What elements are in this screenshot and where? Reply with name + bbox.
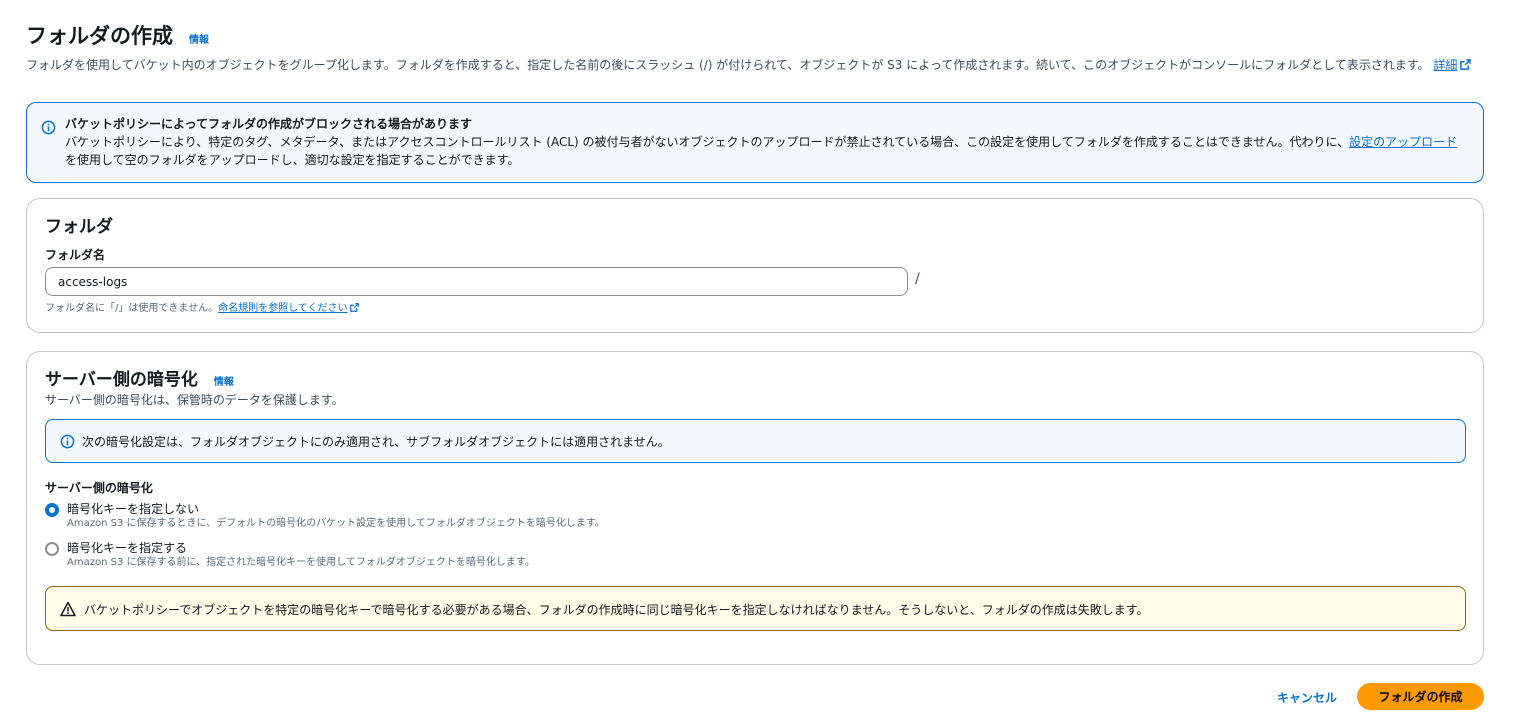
alert-body-text: バケットポリシーにより、特定のタグ、メタデータ、またはアクセスコントロールリスト… bbox=[65, 135, 1350, 149]
page-title: フォルダの作成 bbox=[26, 24, 173, 48]
radio-option-description: Amazon S3 に保存する前に、指定された暗号化キーを使用してフォルダオブジ… bbox=[67, 557, 535, 568]
encryption-warning-alert: バケットポリシーでオブジェクトを特定の暗号化キーで暗号化する必要がある場合、フォ… bbox=[45, 586, 1466, 631]
page-description-text: フォルダを使用してバケット内のオブジェクトをグループ化します。フォルダを作成する… bbox=[26, 58, 1430, 72]
radio-option-no-key[interactable]: 暗号化キーを指定しない Amazon S3 に保存するときに、デフォルトの暗号化… bbox=[45, 501, 605, 531]
folder-name-suffix: / bbox=[915, 271, 920, 287]
warning-text: バケットポリシーでオブジェクトを特定の暗号化キーで暗号化する必要がある場合、フォ… bbox=[84, 603, 1149, 617]
naming-rules-link[interactable]: 命名規則を参照してください bbox=[218, 303, 360, 314]
encryption-description: サーバー側の暗号化は、保管時のデータを保護します。 bbox=[45, 393, 344, 407]
create-folder-button[interactable]: フォルダの作成 bbox=[1357, 683, 1484, 710]
page-header: フォルダの作成 情報 フォルダを使用してバケット内のオブジェクトをグループ化しま… bbox=[26, 20, 1496, 75]
alert-body-text-end: を使用して空のフォルダをアップロードし、適切な設定を指定することができます。 bbox=[65, 153, 520, 167]
radio-option-label: 暗号化キーを指定しない bbox=[67, 502, 200, 516]
naming-rules-link-label: 命名規則を参照してください bbox=[218, 303, 348, 314]
page-description: フォルダを使用してバケット内のオブジェクトをグループ化します。フォルダを作成する… bbox=[26, 56, 1478, 75]
alert-body: バケットポリシーにより、特定のタグ、メタデータ、またはアクセスコントロールリスト… bbox=[65, 133, 1467, 169]
warning-icon bbox=[60, 601, 76, 617]
folder-name-label: フォルダ名 bbox=[45, 248, 106, 262]
cancel-button[interactable]: キャンセル bbox=[1266, 684, 1348, 710]
radio-option-description: Amazon S3 に保存するときに、デフォルトの暗号化のバケット設定を使用して… bbox=[67, 518, 605, 529]
radio-button[interactable] bbox=[45, 542, 59, 556]
encryption-field-label: サーバー側の暗号化 bbox=[45, 481, 153, 495]
external-link-icon bbox=[1460, 59, 1472, 70]
radio-option-specify-key[interactable]: 暗号化キーを指定する Amazon S3 に保存する前に、指定された暗号化キーを… bbox=[45, 540, 535, 570]
create-folder-page: フォルダの作成 情報 フォルダを使用してバケット内のオブジェクトをグループ化しま… bbox=[0, 0, 1520, 727]
info-icon bbox=[60, 434, 75, 449]
encryption-title-row: サーバー側の暗号化 情報 bbox=[45, 365, 234, 390]
bucket-policy-alert: バケットポリシーによってフォルダの作成がブロックされる場合があります バケットポ… bbox=[26, 102, 1484, 183]
encryption-section-title: サーバー側の暗号化 bbox=[45, 370, 198, 390]
radio-button-selected[interactable] bbox=[45, 503, 59, 517]
encryption-container: サーバー側の暗号化 情報 サーバー側の暗号化は、保管時のデータを保護します。 次… bbox=[26, 351, 1484, 665]
constraint-text: フォルダ名に「/」は使用できません。 bbox=[45, 303, 219, 314]
encryption-info-text: 次の暗号化設定は、フォルダオブジェクトにのみ適用され、サブフォルダオブジェクトに… bbox=[82, 435, 670, 449]
info-icon bbox=[41, 120, 56, 135]
encryption-info-alert: 次の暗号化設定は、フォルダオブジェクトにのみ適用され、サブフォルダオブジェクトに… bbox=[45, 419, 1466, 463]
alert-title: バケットポリシーによってフォルダの作成がブロックされる場合があります bbox=[65, 117, 473, 131]
details-link-label: 詳細 bbox=[1433, 58, 1458, 72]
folder-section-title: フォルダ bbox=[45, 217, 113, 237]
radio-option-label: 暗号化キーを指定する bbox=[67, 541, 188, 555]
details-link[interactable]: 詳細 bbox=[1433, 58, 1472, 72]
encryption-info-link[interactable]: 情報 bbox=[214, 373, 234, 388]
upload-settings-link[interactable]: 設定のアップロード bbox=[1349, 135, 1457, 149]
header-info-link[interactable]: 情報 bbox=[189, 31, 209, 46]
folder-name-constraint: フォルダ名に「/」は使用できません。命名規則を参照してください bbox=[45, 299, 360, 314]
folder-name-input[interactable] bbox=[45, 267, 908, 296]
folder-container: フォルダ フォルダ名 / フォルダ名に「/」は使用できません。命名規則を参照して… bbox=[26, 198, 1484, 333]
external-link-icon bbox=[350, 303, 360, 312]
